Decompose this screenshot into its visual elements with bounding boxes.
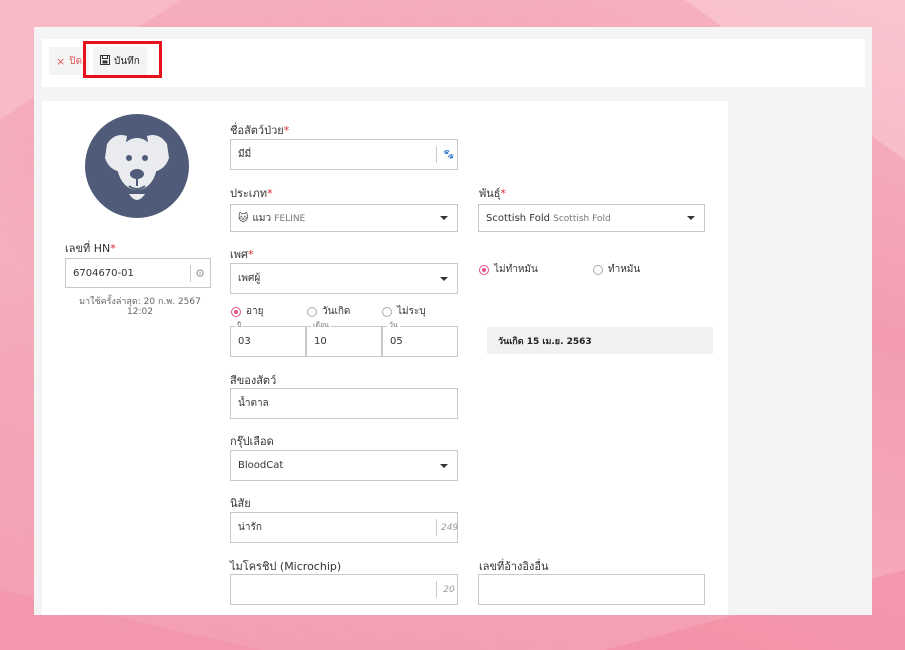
radio-dot [382, 306, 392, 317]
radio-label: ไม่ระบุ [397, 306, 426, 317]
editor-panel: × ปิด บันทึก เลขที่ HN* 6704670-01 ⚙ มาใ… [34, 27, 872, 615]
close-button-label: ปิด [69, 55, 83, 67]
cat-face-icon: 🐱 [238, 212, 249, 224]
pet-form-card: เลขที่ HN* 6704670-01 ⚙ มาใช้ครั้งล่าสุด… [42, 101, 728, 615]
floppy-disk-icon [100, 54, 110, 68]
hn-label: เลขที่ HN* [65, 242, 116, 255]
blood-select[interactable]: BloodCat [230, 450, 458, 481]
toolbar: × ปิด บันทึก [42, 39, 865, 87]
breed-select[interactable]: Scottish Fold Scottish Fold [478, 204, 705, 232]
chevron-down-icon [687, 216, 695, 220]
age-day-label: วัน [387, 321, 400, 329]
chevron-down-icon [440, 276, 448, 281]
radio-label: วันเกิด [322, 306, 351, 317]
age-month-label: เดือน [311, 321, 331, 329]
save-button-label: บันทึก [114, 55, 140, 67]
radio-label: ไม่ทำหมัน [494, 264, 538, 275]
color-label: สีของสัตว์ [230, 374, 277, 387]
close-icon: × [56, 54, 66, 68]
radio-dot [479, 264, 489, 275]
type-label: ประเภท* [230, 187, 273, 200]
radio-age[interactable]: อายุ [231, 304, 263, 319]
habit-input[interactable]: น่ารัก 249 [230, 512, 458, 543]
radio-dot [307, 306, 317, 317]
radio-label: อายุ [246, 306, 264, 317]
chevron-down-icon [440, 216, 448, 220]
color-input[interactable]: น้ำตาล [230, 388, 458, 419]
radio-neutered[interactable]: ทำหมัน [593, 262, 640, 277]
habit-label: นิสัย [230, 497, 251, 510]
char-counter: 20 [443, 584, 455, 595]
radio-dot [593, 264, 603, 275]
paw-icon: 🐾 [443, 149, 455, 160]
radio-birthdate[interactable]: วันเกิด [307, 304, 350, 319]
radio-unspecified[interactable]: ไม่ระบุ [382, 304, 426, 319]
microchip-label: ไมโครชิป (Microchip) [230, 560, 342, 573]
age-year-label: ปี [235, 321, 244, 329]
sex-select[interactable]: เพศผู้ [230, 263, 458, 294]
age-day-input[interactable]: 05 [382, 326, 458, 357]
chevron-down-icon [440, 463, 448, 468]
hn-field[interactable]: 6704670-01 ⚙ [65, 258, 211, 288]
sex-label: เพศ* [230, 248, 254, 261]
dog-avatar-icon[interactable] [85, 114, 189, 218]
pet-name-label: ชื่อสัตว์ป่วย* [230, 124, 290, 137]
radio-label: ทำหมัน [608, 264, 641, 275]
blood-label: กรุ๊ปเลือด [230, 435, 274, 448]
type-select[interactable]: 🐱 แมว FELINE [230, 204, 458, 232]
radio-dot [231, 306, 241, 317]
last-visit-text: มาใช้ครั้งล่าสุด: 20 ก.พ. 2567 12:02 [79, 297, 201, 317]
other-ref-label: เลขที่อ้างอิงอื่น [479, 560, 549, 573]
save-button[interactable]: บันทึก [93, 47, 147, 75]
radio-not-neutered[interactable]: ไม่ทำหมัน [479, 262, 538, 277]
char-counter: 249 [441, 522, 459, 533]
breed-label: พันธุ์* [479, 187, 506, 200]
gear-icon[interactable]: ⚙ [195, 267, 205, 280]
age-year-input[interactable]: 03 [230, 326, 306, 357]
birthdate-display: วันเกิด 15 เม.ย. 2563 [487, 327, 713, 354]
close-button[interactable]: × ปิด [49, 47, 90, 75]
pet-name-input[interactable]: มีมี่ 🐾 [230, 139, 458, 170]
other-ref-input[interactable] [478, 574, 705, 605]
microchip-input[interactable]: 20 [230, 574, 458, 605]
age-month-input[interactable]: 10 [306, 326, 382, 357]
